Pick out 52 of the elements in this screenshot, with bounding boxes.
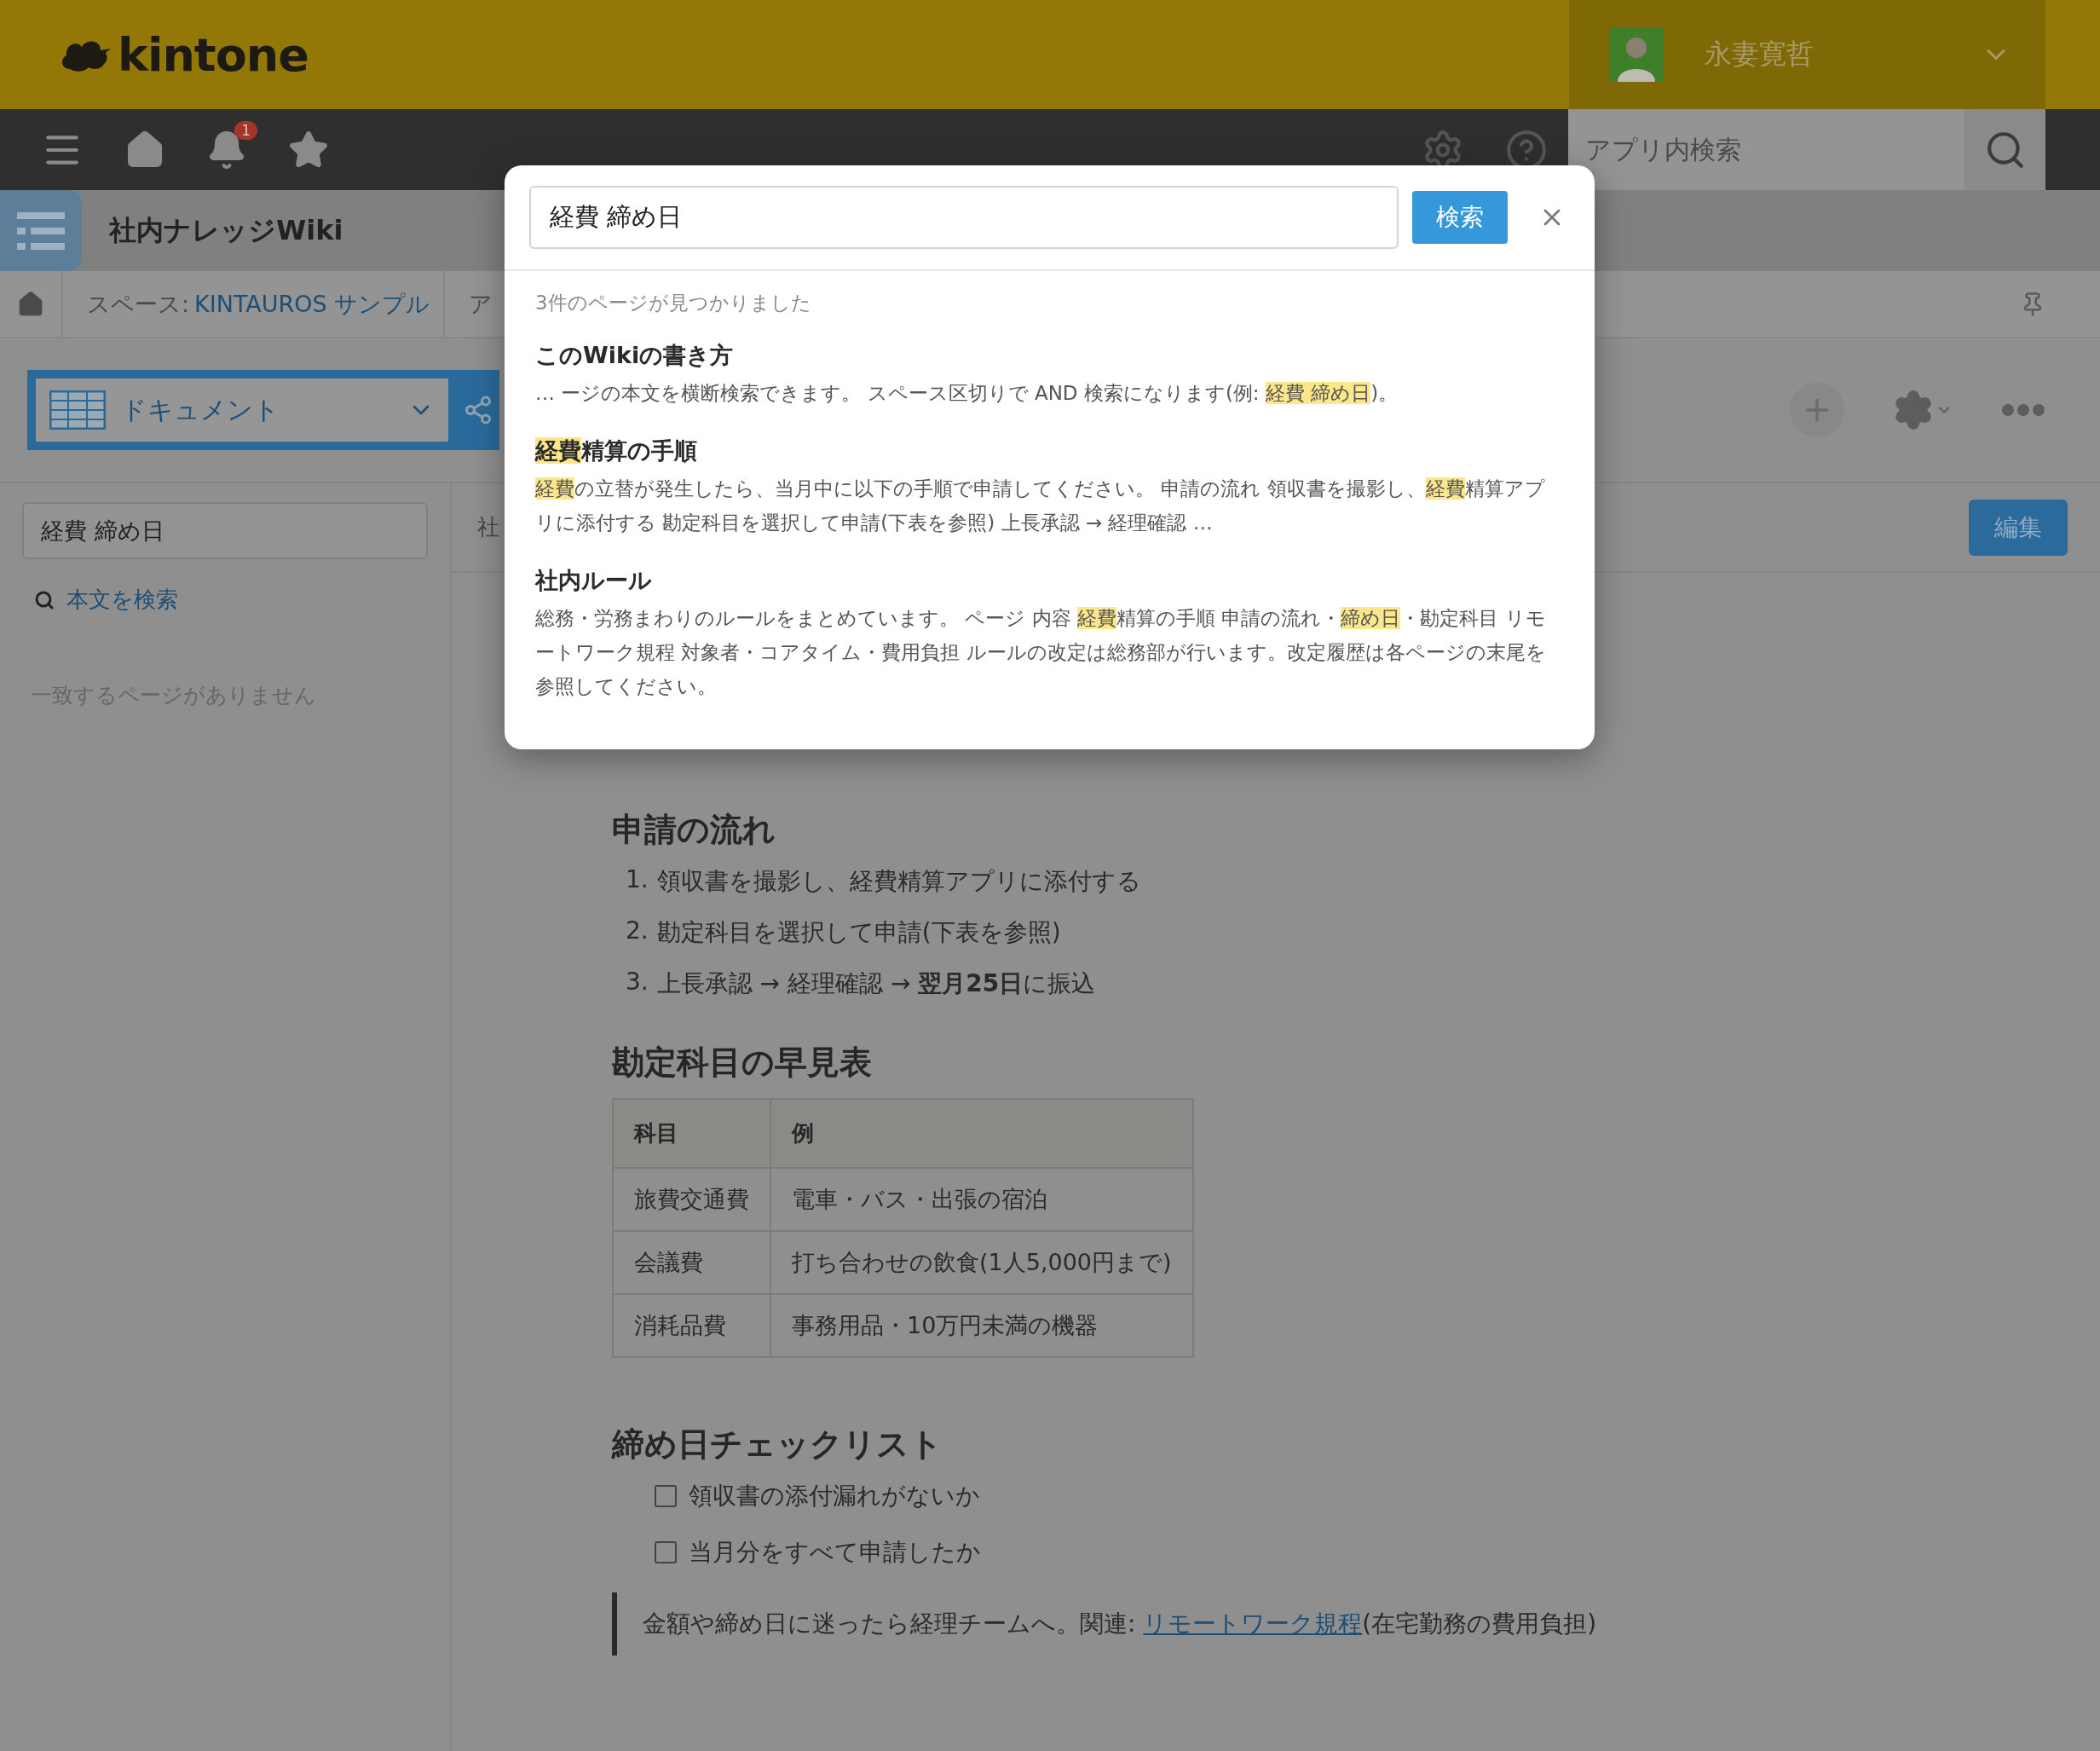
breadcrumb-link[interactable]: KINTAUROS サンプル <box>194 288 430 320</box>
list-item: 1. 領収書を撮影し、経費精算アプリに添付する <box>626 865 1141 897</box>
search-icon <box>34 589 55 610</box>
table-header-cell: 科目 <box>613 1099 770 1168</box>
edit-button[interactable]: 編集 <box>1969 499 2068 556</box>
list-icon <box>0 190 82 271</box>
search-button[interactable] <box>1964 109 2045 190</box>
app-title: 社内ナレッジWiki <box>109 212 343 248</box>
sidebar-search-field[interactable]: 経費 締め日 <box>22 502 428 559</box>
result-title[interactable]: このWikiの書き方 <box>535 340 734 371</box>
table-header-cell: 例 <box>770 1099 1193 1168</box>
user-name[interactable]: 永妻寛哲 <box>1705 36 1940 73</box>
result-snippet: 総務・労務まわりのルールをまとめています。 ページ 内容 経費精算の手順 申請の流れ・締め日・勘定科目 リモートワーク規程 対象者・コアタイム・費用負担 ルールの改定は総務部が行います。改定履歴は各ページの末尾を参照してください。 <box>535 606 1547 699</box>
table-cell: 消耗品費 <box>613 1294 770 1357</box>
result-title[interactable]: 経費精算の手順 <box>535 436 697 466</box>
checkbox[interactable] <box>655 1485 677 1507</box>
result-snippet: 経費の立替が発生したら、当月中に以下の手順で申請してください。 申請の流れ 領収書を撮影し、経費精算アプリに添付する 勘定科目を選択して申請(下表を参照) 上長承認 → 経理確認 … <box>535 477 1546 535</box>
table-icon <box>49 390 106 430</box>
search-query-field[interactable]: 経費 締め日 <box>529 186 1399 249</box>
table-cell: 旅費交通費 <box>613 1168 770 1231</box>
table-cell: 会議費 <box>613 1231 770 1294</box>
home-icon[interactable] <box>17 290 44 318</box>
app-logo: kintone <box>118 27 309 82</box>
checklist-item: 当月分をすべて申請したか <box>689 1537 981 1568</box>
checkbox[interactable] <box>655 1541 677 1563</box>
body-search-link[interactable]: 本文を検索 <box>34 585 178 615</box>
table-cell: 打ち合わせの飲食(1人5,000円まで) <box>770 1231 1193 1294</box>
section-heading: 勘定科目の早見表 <box>612 1043 872 1083</box>
page-title: 社 <box>477 513 499 541</box>
quote-text: 金額や締め日に迷ったら経理チームへ。関連: リモートワーク規程(在宅勤務の費用負担) <box>612 1592 1597 1656</box>
notification-badge: 1 <box>234 120 257 140</box>
graph-icon <box>463 395 493 425</box>
related-link[interactable]: リモートワーク規程 <box>1143 1609 1363 1638</box>
list-item: 3. 上長承認 → 経理確認 → 翌月25日に振込 <box>626 968 1097 999</box>
section-heading: 申請の流れ <box>612 810 776 850</box>
more-icon <box>2001 403 2045 417</box>
result-snippet: … ージの本文を横断検索できます。 スペース区切りで AND 検索になります(例: 経費 締め日)。 <box>535 381 1399 406</box>
view-selector[interactable]: ドキュメント <box>27 370 457 450</box>
result-count: 3件のページが見つかりました <box>535 291 811 315</box>
avatar-icon <box>1609 27 1664 82</box>
table-cell: 事務用品・10万円未満の機器 <box>770 1294 1193 1357</box>
breadcrumb-label: ア <box>469 289 493 319</box>
search-button[interactable]: 検索 <box>1412 191 1508 244</box>
result-title[interactable]: 社内ルール <box>535 565 652 596</box>
table-cell: 電車・バス・出張の宿泊 <box>770 1168 1193 1231</box>
breadcrumb-label: スペース: <box>87 289 190 319</box>
section-heading: 締め日チェックリスト <box>612 1424 943 1465</box>
app-search-field[interactable]: アプリ内検索 <box>1568 109 1964 190</box>
checklist-item: 領収書の添付漏れがないか <box>689 1481 980 1511</box>
more-button[interactable] <box>2001 403 2045 417</box>
graph-button[interactable] <box>457 370 499 450</box>
list-item: 2. 勘定科目を選択して申請(下表を参照) <box>626 916 1062 948</box>
